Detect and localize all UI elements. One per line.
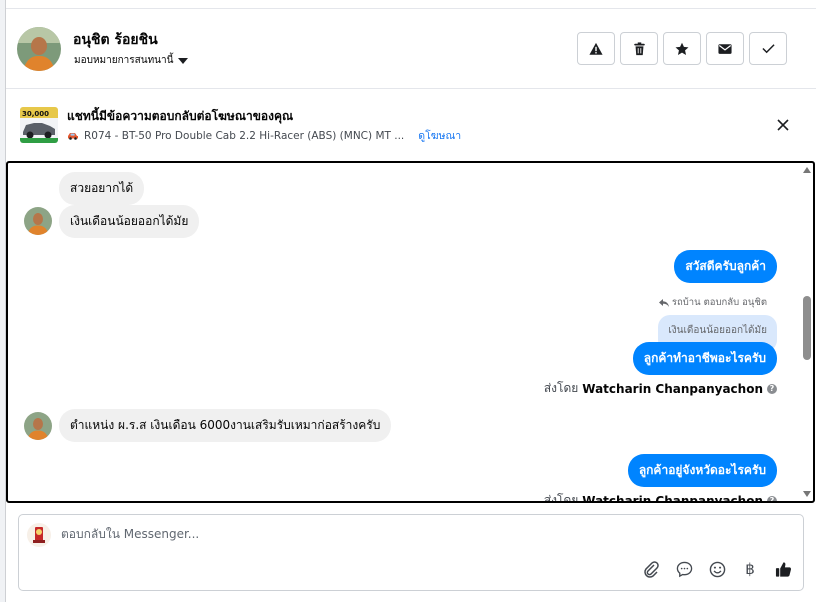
incoming-message[interactable]: เงินเดือนน้อยออกได้มัย bbox=[59, 205, 200, 238]
reply-context-text: รถบ้าน ตอบกลับ อนุชิต bbox=[671, 297, 767, 308]
ad-thumb-price: 30,000 bbox=[22, 110, 49, 118]
help-icon[interactable]: ? bbox=[767, 495, 777, 501]
assign-conversation-dropdown[interactable]: มอบหมายการสนทนานี้ bbox=[74, 53, 189, 68]
ad-reply-banner: 30,000 แชทนี้มีข้อความตอบกลับต่อโฆษณาของ… bbox=[6, 90, 816, 160]
view-ad-link[interactable]: ดูโฆษณา bbox=[418, 127, 461, 144]
help-icon[interactable]: ? bbox=[767, 383, 777, 394]
ad-banner-title: แชทนี้มีข้อความตอบกลับต่อโฆษณาของคุณ bbox=[67, 109, 294, 123]
sent-by-line: ส่งโดย Watcharin Chanpanyachon ? bbox=[544, 379, 777, 398]
scroll-down-arrow-icon[interactable] bbox=[803, 491, 811, 497]
thumbs-up-icon bbox=[775, 561, 791, 577]
saved-replies-button[interactable] bbox=[674, 559, 694, 579]
scrollbar[interactable] bbox=[801, 163, 813, 501]
scroll-up-arrow-icon[interactable] bbox=[803, 167, 811, 173]
reply-input[interactable] bbox=[61, 527, 621, 541]
sent-by-label: ส่งโดย bbox=[543, 381, 579, 395]
contact-avatar-small[interactable] bbox=[24, 207, 52, 235]
contact-avatar[interactable] bbox=[17, 27, 61, 71]
attach-button[interactable] bbox=[641, 559, 661, 579]
payment-button[interactable]: ฿ bbox=[740, 559, 760, 579]
outgoing-message[interactable]: ลูกค้าทำอาชีพอะไรครับ bbox=[632, 342, 777, 375]
mark-done-button[interactable] bbox=[749, 32, 787, 65]
close-icon bbox=[777, 119, 789, 131]
header-actions bbox=[577, 32, 787, 65]
emoji-icon bbox=[709, 561, 725, 577]
ad-thumbnail[interactable]: 30,000 bbox=[20, 107, 58, 143]
warning-icon bbox=[589, 42, 603, 55]
car-icon bbox=[68, 133, 78, 140]
sender-name: Watcharin Chanpanyachon bbox=[582, 381, 763, 396]
reply-arrow-icon bbox=[658, 298, 669, 307]
scrollbar-thumb[interactable] bbox=[803, 296, 811, 360]
close-banner-button[interactable] bbox=[773, 115, 793, 135]
like-button[interactable] bbox=[773, 559, 793, 579]
baht-icon: ฿ bbox=[745, 560, 755, 578]
caret-down-icon bbox=[178, 57, 189, 64]
message-thread[interactable]: สวยอยากได้ เงินเดือนน้อยออกได้มัย สวัสดี… bbox=[6, 161, 815, 503]
emoji-button[interactable] bbox=[707, 559, 727, 579]
ad-product-name: R074 - BT-50 Pro Double Cab 2.2 Hi-Racer… bbox=[84, 129, 405, 142]
sent-by-label: ส่งโดย bbox=[543, 493, 579, 503]
trash-icon bbox=[633, 41, 645, 55]
conversation-header: อนุชิต ร้อยชิน มอบหมายการสนทนานี้ bbox=[6, 9, 816, 89]
delete-button[interactable] bbox=[620, 32, 658, 65]
sent-by-line: ส่งโดย Watcharin Chanpanyachon ? bbox=[543, 491, 777, 503]
warning-button[interactable] bbox=[577, 32, 615, 65]
chat-bubble-icon bbox=[676, 561, 692, 577]
outgoing-message[interactable]: สวัสดีครับลูกค้า bbox=[674, 250, 777, 283]
outgoing-message[interactable]: ลูกค้าอยู่จังหวัดอะไรครับ bbox=[627, 454, 777, 487]
star-icon bbox=[675, 42, 689, 55]
contact-name[interactable]: อนุชิต ร้อยชิน bbox=[73, 29, 158, 51]
mark-unread-button[interactable] bbox=[706, 32, 744, 65]
incoming-message[interactable]: ตำแหน่ง ผ.ร.ส เงินเดือน 6000งานเสริมรับเ… bbox=[59, 409, 392, 442]
page-avatar bbox=[27, 523, 51, 547]
message-composer: ฿ bbox=[18, 514, 804, 591]
attachment-icon bbox=[644, 561, 659, 578]
incoming-message[interactable]: สวยอยากได้ bbox=[59, 172, 145, 205]
ad-product-line: R074 - BT-50 Pro Double Cab 2.2 Hi-Racer… bbox=[67, 127, 461, 144]
mail-icon bbox=[718, 43, 732, 54]
composer-toolbar: ฿ bbox=[641, 559, 793, 579]
star-button[interactable] bbox=[663, 32, 701, 65]
conversation-pane: อนุชิต ร้อยชิน มอบหมายการสนทนานี้ 30,000… bbox=[5, 0, 816, 602]
sender-name: Watcharin Chanpanyachon bbox=[582, 493, 763, 503]
assign-label: มอบหมายการสนทนานี้ bbox=[74, 55, 174, 66]
reply-context: รถบ้าน ตอบกลับ อนุชิต bbox=[658, 295, 767, 310]
contact-avatar-small[interactable] bbox=[24, 412, 52, 440]
check-icon bbox=[761, 44, 775, 54]
